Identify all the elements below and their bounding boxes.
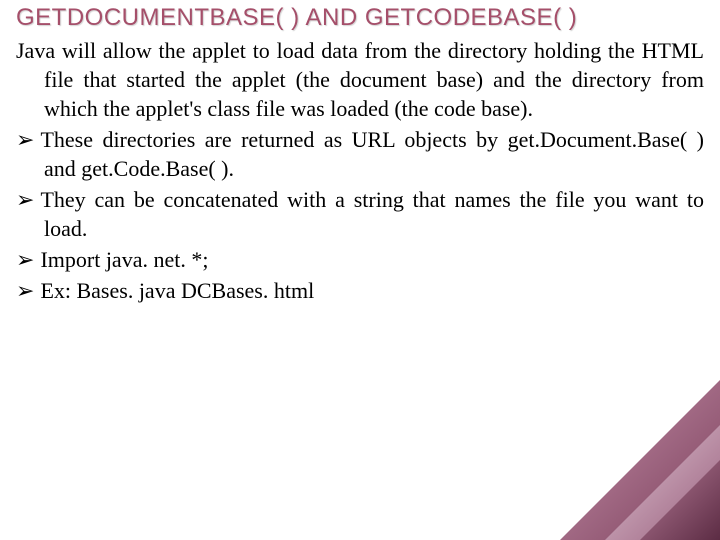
slide: GETDOCUMENTBASE( ) AND GETCODEBASE( ) Ja…	[0, 0, 720, 305]
bullet-item: ➢They can be concatenated with a string …	[16, 185, 704, 243]
bullet-text: Import java. net. *;	[40, 247, 208, 272]
bullet-icon: ➢	[16, 278, 34, 303]
corner-decoration	[510, 370, 720, 540]
bullet-icon: ➢	[16, 127, 34, 152]
intro-paragraph: Java will allow the applet to load data …	[16, 36, 704, 123]
slide-title: GETDOCUMENTBASE( ) AND GETCODEBASE( )	[16, 0, 704, 32]
bullet-item: ➢These directories are returned as URL o…	[16, 125, 704, 183]
bullet-text: They can be concatenated with a string t…	[40, 187, 704, 241]
bullet-text: Ex: Bases. java DCBases. html	[40, 278, 314, 303]
bullet-text: These directories are returned as URL ob…	[40, 127, 704, 181]
bullet-icon: ➢	[16, 247, 34, 272]
bullet-icon: ➢	[16, 187, 34, 212]
bullet-item: ➢Import java. net. *;	[16, 245, 704, 274]
bullet-item: ➢Ex: Bases. java DCBases. html	[16, 276, 704, 305]
